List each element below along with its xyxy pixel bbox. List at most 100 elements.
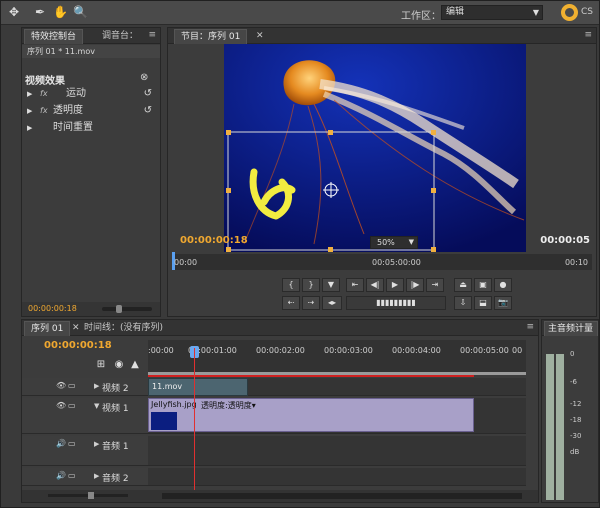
- zoom-select[interactable]: 50% ▼: [370, 236, 418, 249]
- move-tool-icon[interactable]: ✥: [7, 5, 21, 19]
- lift-icon[interactable]: ⏏: [454, 278, 472, 292]
- reset-icon[interactable]: ↺: [144, 103, 152, 119]
- go-to-prev-edit-icon[interactable]: ⇠: [282, 296, 300, 310]
- meter-scale-label: -30: [570, 432, 582, 440]
- set-marker-icon[interactable]: ◉: [112, 358, 126, 372]
- timeline-timecode[interactable]: 00:00:00:18: [44, 340, 112, 351]
- mark-out-icon[interactable]: }: [302, 278, 320, 292]
- timeline-ruler[interactable]: :00:00 00:00:01:00 00:00:02:00 00:00:03:…: [148, 340, 526, 374]
- lock-icon[interactable]: ▭: [68, 471, 76, 480]
- track-name: 音频 2: [102, 474, 129, 484]
- play-icon[interactable]: ▶: [386, 278, 404, 292]
- effect-row-time-remap[interactable]: ▶ 时间重置: [22, 120, 160, 136]
- track-header-audio-2[interactable]: 🔊 ▭ ▶ 音频 2: [22, 468, 148, 486]
- output-icon[interactable]: ●: [494, 278, 512, 292]
- fx-icon[interactable]: fx: [40, 103, 48, 119]
- track-name: 音频 1: [102, 442, 129, 452]
- go-to-out-icon[interactable]: ⇥: [426, 278, 444, 292]
- step-back-icon[interactable]: ◀|: [366, 278, 384, 292]
- zoom-value: 50%: [377, 238, 395, 247]
- expand-icon[interactable]: ▶: [27, 103, 32, 119]
- timeline-zoom-slider[interactable]: [48, 492, 128, 499]
- track-header-video-2[interactable]: 👁 ▭ ▶ 视频 2: [22, 378, 148, 396]
- zoom-slider[interactable]: [102, 305, 152, 313]
- effect-controls-timecode[interactable]: 00:00:00:18: [28, 304, 77, 313]
- tab-effect-controls[interactable]: 特效控制台: [24, 29, 84, 44]
- export-frame-icon[interactable]: 📷: [494, 296, 512, 310]
- eye-icon[interactable]: 👁: [56, 381, 66, 390]
- video-preview[interactable]: [224, 44, 526, 252]
- transport-controls: { } ▼ ⇤ ◀| ▶ |▶ ⇥ ⏏ ▣ ● ⇠ ⇢ ◂▸ ▮▮▮▮▮▮▮▮▮…: [278, 276, 518, 316]
- effect-row-motion[interactable]: ▶ fx 运动 ↺: [22, 86, 160, 102]
- panel-menu-icon[interactable]: ≡: [148, 30, 156, 40]
- track-lane[interactable]: [148, 436, 526, 466]
- clip-jellyfish[interactable]: Jellyfish.jpg 透明度:透明度▾: [148, 398, 474, 432]
- step-forward-icon[interactable]: |▶: [406, 278, 424, 292]
- expand-icon[interactable]: ▶: [94, 382, 99, 390]
- speaker-icon[interactable]: 🔊: [56, 439, 66, 448]
- jog-wheel-icon[interactable]: ◂▸: [322, 296, 342, 310]
- expand-icon[interactable]: ▶: [94, 472, 99, 480]
- expand-icon[interactable]: ▶: [27, 120, 32, 136]
- reset-icon[interactable]: ↺: [144, 86, 152, 102]
- track-lane[interactable]: [148, 468, 526, 486]
- overlay-icon[interactable]: ⬓: [474, 296, 492, 310]
- effect-row-opacity[interactable]: ▶ fx 透明度 ↺: [22, 103, 160, 119]
- panel-menu-icon[interactable]: ≡: [526, 322, 534, 332]
- chevron-down-icon: ▼: [532, 8, 539, 17]
- track-name: 视频 2: [102, 384, 129, 394]
- tab-program[interactable]: 节目：序列 01: [174, 29, 248, 44]
- meter-scale-label: -18: [570, 416, 582, 424]
- zoom-tool-icon[interactable]: 🔍: [73, 5, 88, 19]
- close-icon[interactable]: ✕: [250, 29, 270, 44]
- speaker-icon[interactable]: 🔊: [56, 471, 66, 480]
- expand-icon[interactable]: ▶: [94, 440, 99, 448]
- zoom-slider-handle[interactable]: [116, 305, 122, 313]
- meter-right: [556, 354, 564, 500]
- lock-icon[interactable]: ▭: [68, 401, 76, 410]
- track-header-audio-1[interactable]: 🔊 ▭ ▶ 音频 1: [22, 436, 148, 466]
- insert-icon[interactable]: ⇩: [454, 296, 472, 310]
- panel-menu-icon[interactable]: ≡: [584, 30, 592, 40]
- tab-master-meters[interactable]: 主音频计量: [544, 321, 598, 336]
- tab-timeline-none[interactable]: 时间线：(没有序列): [78, 321, 169, 336]
- lock-icon[interactable]: ▭: [68, 381, 76, 390]
- audio-meters-tabbar: 主音频计量: [542, 320, 598, 336]
- safe-margins-icon[interactable]: ▣: [474, 278, 492, 292]
- mark-in-icon[interactable]: {: [282, 278, 300, 292]
- pen-tool-icon[interactable]: ✒: [33, 5, 47, 19]
- snap-icon[interactable]: ⊞: [94, 358, 108, 372]
- timeline-footer: [22, 490, 538, 502]
- timeline-scrollbar[interactable]: [162, 493, 522, 499]
- timeline-zoom-handle[interactable]: [88, 492, 94, 499]
- meter-scale-label: dB: [570, 448, 580, 456]
- fx-icon[interactable]: fx: [40, 86, 48, 102]
- shuttle-slider[interactable]: ▮▮▮▮▮▮▮▮▮: [346, 296, 446, 310]
- collapse-icon[interactable]: ▼: [94, 402, 99, 410]
- marker-icon[interactable]: ▼: [322, 278, 340, 292]
- program-current-timecode[interactable]: 00:00:00:18: [180, 235, 248, 246]
- tab-sequence-01[interactable]: 序列 01: [24, 321, 71, 336]
- top-toolbar: ✥ ✒ ✋ 🔍 工作区： 编辑 ▼ CS: [1, 1, 599, 25]
- workspace-select[interactable]: 编辑 ▼: [441, 5, 543, 20]
- cs-live-icon[interactable]: [561, 4, 578, 21]
- lock-icon[interactable]: ▭: [68, 439, 76, 448]
- eye-icon[interactable]: 👁: [56, 401, 66, 410]
- clip-keyframe-property[interactable]: 透明度:透明度▾: [201, 400, 256, 411]
- expand-icon[interactable]: ▶: [27, 86, 32, 102]
- meter-scale-label: -12: [570, 400, 582, 408]
- program-time-ruler[interactable]: 00:00 00:05:00:00 00:10: [172, 252, 592, 270]
- go-to-next-edit-icon[interactable]: ⇢: [302, 296, 320, 310]
- effect-label-motion: 运动: [66, 88, 86, 99]
- track-header-video-1[interactable]: 👁 ▭ ▼ 视频 1: [22, 398, 148, 434]
- program-duration: 00:00:05: [540, 235, 590, 246]
- go-to-in-icon[interactable]: ⇤: [346, 278, 364, 292]
- hand-tool-icon[interactable]: ✋: [53, 5, 68, 19]
- clip-11-mov[interactable]: 11.mov: [148, 378, 248, 396]
- tab-audio-mixer[interactable]: 调音台：: [96, 29, 144, 44]
- jellyfish-frame: [224, 44, 526, 252]
- section-toggle-icon[interactable]: ⊗: [140, 72, 148, 83]
- cs-live-label: CS: [581, 7, 593, 17]
- clip-thumbnail: [151, 412, 177, 430]
- marker-icon[interactable]: ▲: [128, 358, 142, 372]
